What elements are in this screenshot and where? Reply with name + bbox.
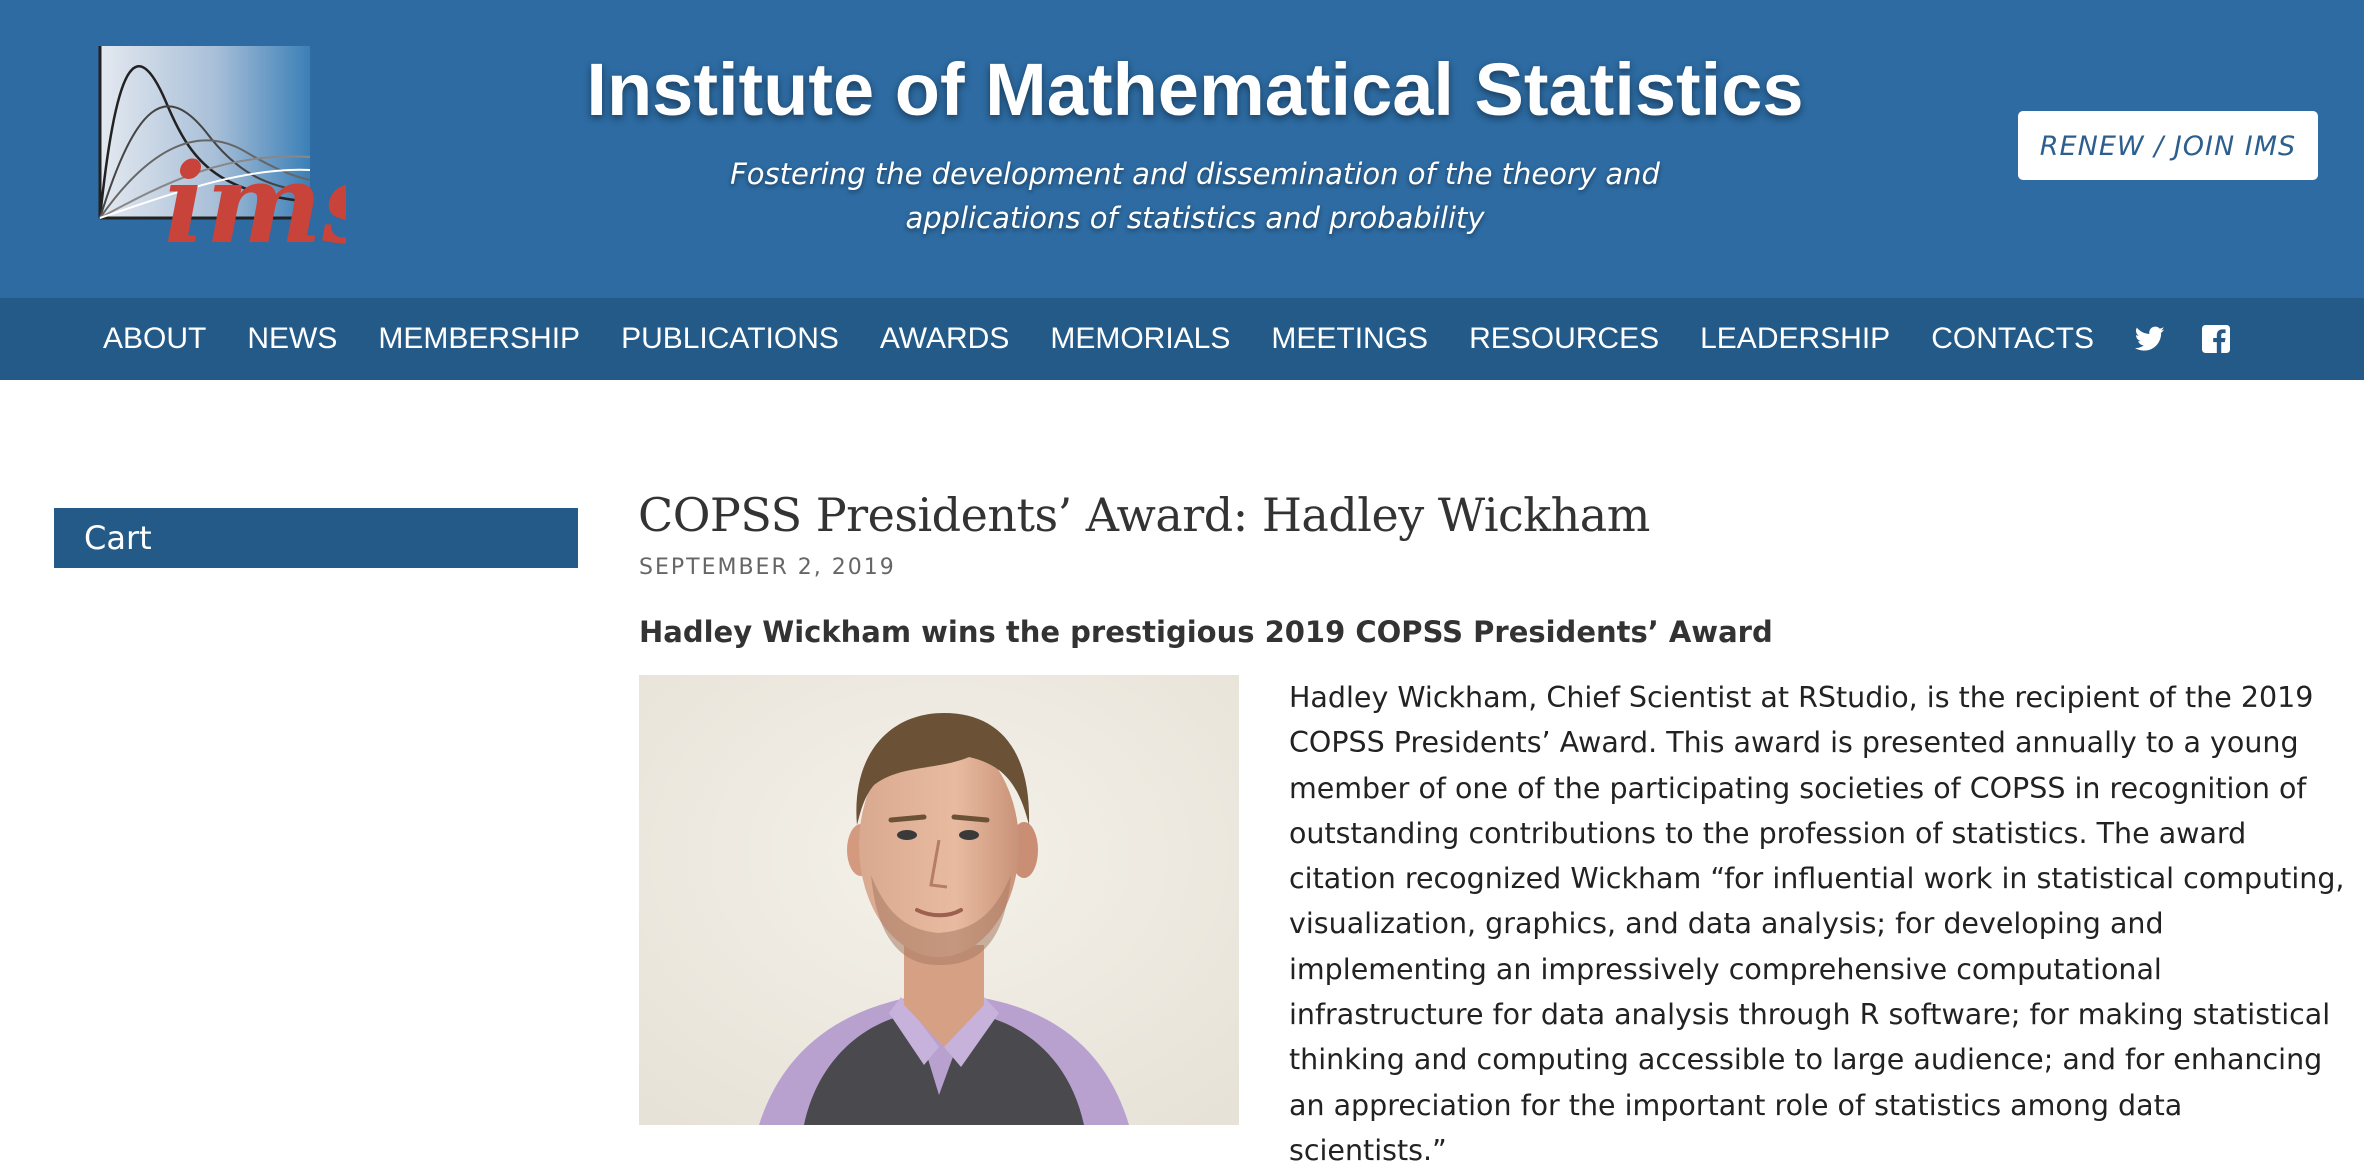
nav-item-resources[interactable]: RESOURCES [1469,298,1659,380]
nav-item-awards[interactable]: AWARDS [880,298,1009,380]
sidebar-cart[interactable]: Cart [54,508,578,568]
portrait-illustration [639,675,1239,1125]
site-header: ims Institute of Mathematical Statistics… [0,0,2364,298]
portrait-photo [639,675,1239,1125]
nav-item-contacts[interactable]: CONTACTS [1931,298,2094,380]
post-subhead: Hadley Wickham wins the prestigious 2019… [639,615,1773,649]
facebook-icon[interactable] [2201,324,2231,354]
twitter-icon[interactable] [2134,324,2165,354]
tagline-line-1: Fostering the development and disseminat… [730,157,1660,191]
nav-item-membership[interactable]: MEMBERSHIP [378,298,580,380]
post-title: COPSS Presidents’ Award: Hadley Wickham [638,488,1650,542]
nav-item-meetings[interactable]: MEETINGS [1271,298,1428,380]
post-date: SEPTEMBER 2, 2019 [639,555,896,580]
site-title[interactable]: Institute of Mathematical Statistics [0,42,2364,138]
nav-item-leadership[interactable]: LEADERSHIP [1700,298,1890,380]
renew-join-button[interactable]: RENEW / JOIN IMS [2018,111,2318,180]
nav-item-publications[interactable]: PUBLICATIONS [621,298,839,380]
post-body: Hadley Wickham, Chief Scientist at RStud… [1289,681,2345,1167]
tagline-line-2: applications of statistics and probabili… [905,201,1485,235]
nav-item-about[interactable]: ABOUT [103,298,206,380]
main-nav: ABOUT NEWS MEMBERSHIP PUBLICATIONS AWARD… [0,298,2364,380]
nav-item-memorials[interactable]: MEMORIALS [1050,298,1230,380]
nav-list: ABOUT NEWS MEMBERSHIP PUBLICATIONS AWARD… [103,298,2267,380]
nav-item-news[interactable]: NEWS [247,298,337,380]
site-tagline: Fostering the development and disseminat… [0,152,2364,240]
